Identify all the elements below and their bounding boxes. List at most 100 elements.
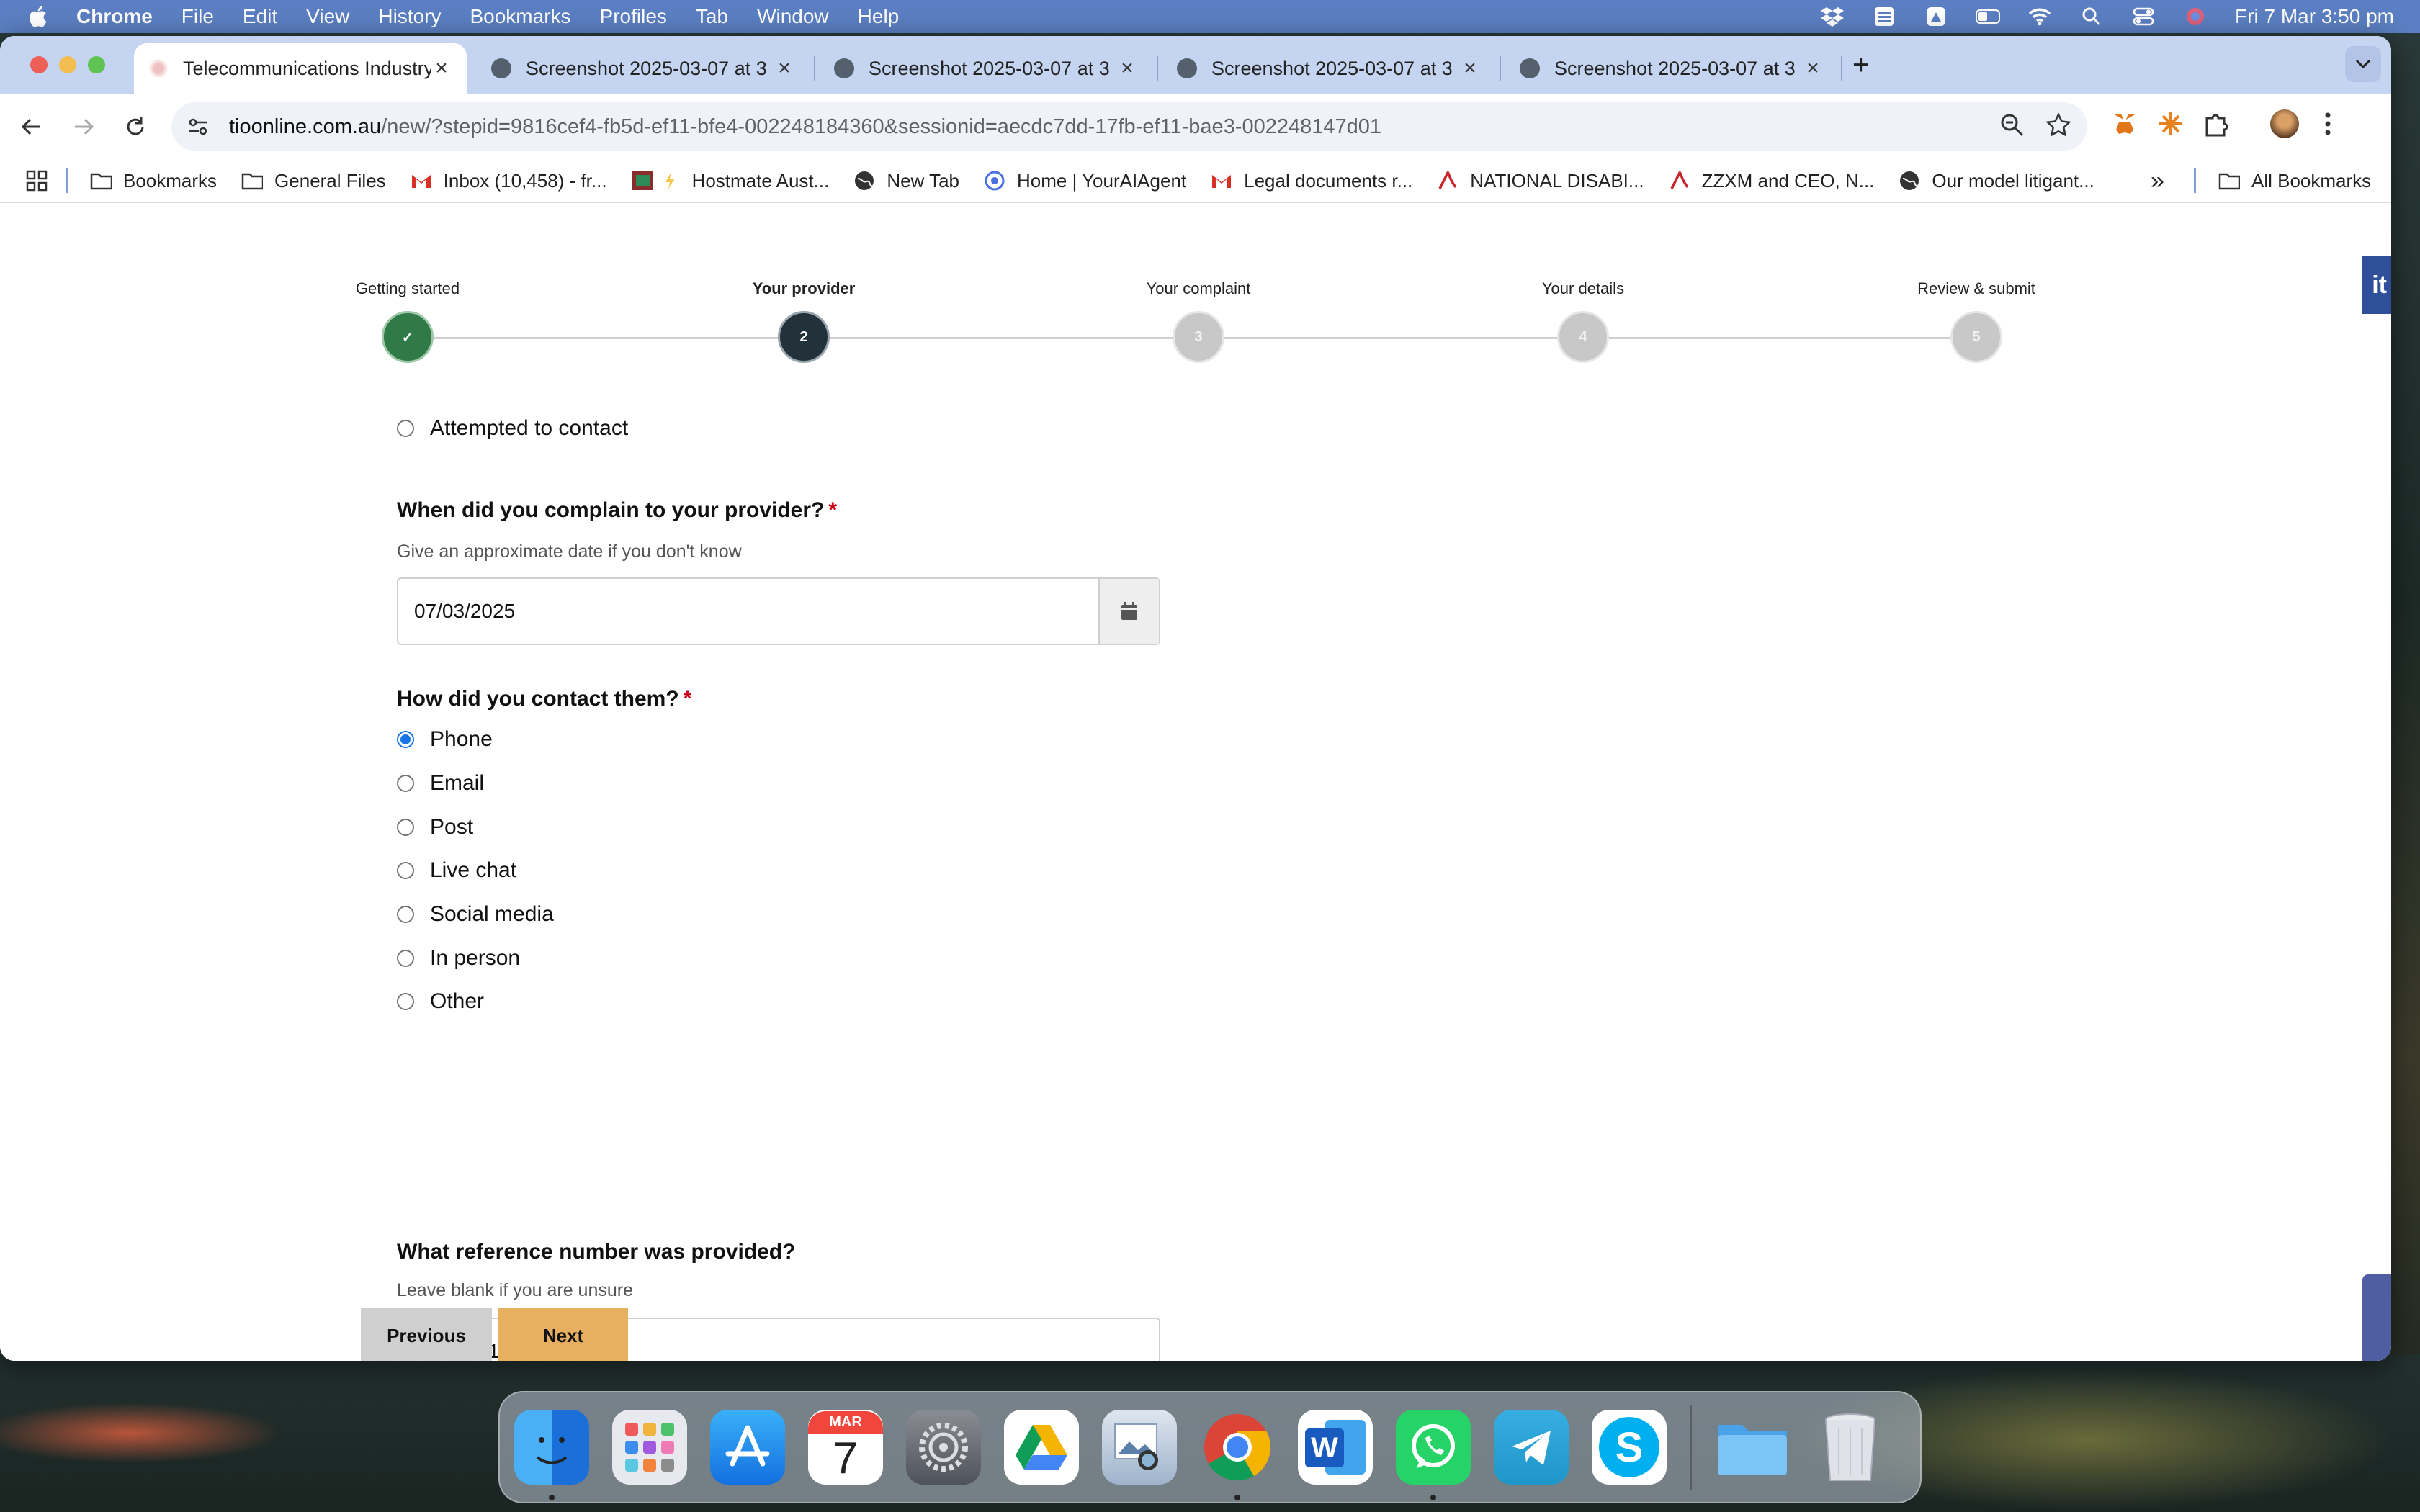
system-settings-dock-icon[interactable] <box>906 1410 981 1485</box>
menu-profiles[interactable]: Profiles <box>600 5 667 28</box>
chat-side-widget[interactable] <box>2362 1274 2391 1361</box>
word-dock-icon[interactable]: W <box>1298 1410 1373 1485</box>
radio-phone[interactable]: Phone <box>397 727 493 752</box>
radio-in-person[interactable]: In person <box>397 946 520 971</box>
reload-button[interactable] <box>118 109 153 144</box>
radio-attempted-to-contact[interactable]: Attempted to contact <box>397 416 628 441</box>
menu-bookmarks[interactable]: Bookmarks <box>470 5 570 28</box>
tab-close-icon[interactable]: × <box>1802 56 1824 81</box>
chrome-dock-icon[interactable] <box>1200 1410 1275 1500</box>
telegram-dock-icon[interactable] <box>1494 1410 1569 1485</box>
launchpad-dock-icon[interactable] <box>612 1410 687 1485</box>
radio-button[interactable] <box>397 420 414 437</box>
zoom-window-button[interactable] <box>88 56 105 73</box>
radio-other[interactable]: Other <box>397 989 484 1014</box>
address-bar[interactable]: tioonline.com.au/new/?stepid=9816cef4-fb… <box>171 102 2087 151</box>
menu-history[interactable]: History <box>378 5 441 28</box>
radio-post[interactable]: Post <box>397 815 473 840</box>
site-info-icon[interactable] <box>184 112 213 141</box>
spotlight-search-icon[interactable] <box>2079 6 2104 27</box>
skype-dock-icon[interactable]: S <box>1592 1410 1667 1485</box>
profile-avatar[interactable] <box>2270 109 2299 138</box>
bookmark-hostmate[interactable]: Hostmate Aust... <box>632 170 829 192</box>
menu-window[interactable]: Window <box>757 5 829 28</box>
minimize-window-button[interactable] <box>59 56 76 73</box>
tab-close-icon[interactable]: × <box>774 56 795 81</box>
dropbox-icon[interactable] <box>1820 6 1845 27</box>
more-menu-icon[interactable] <box>2323 109 2332 138</box>
bookmark-yourai-agent[interactable]: Home | YourAIAgent <box>984 170 1186 192</box>
forward-button[interactable] <box>66 109 101 144</box>
step-getting-started[interactable]: Getting started ✓ <box>300 279 516 363</box>
feedback-side-tab[interactable]: it <box>2362 256 2391 314</box>
close-window-button[interactable] <box>30 56 48 73</box>
bookmark-model-litigant[interactable]: Our model litigant... <box>1899 170 2094 192</box>
radio-live-chat[interactable]: Live chat <box>397 858 516 883</box>
battery-icon[interactable] <box>1976 6 2001 27</box>
menu-tab[interactable]: Tab <box>696 5 728 28</box>
bookmark-legal-documents[interactable]: Legal documents r... <box>1211 170 1412 192</box>
finder-dock-icon[interactable] <box>514 1410 589 1500</box>
bookmark-star-icon[interactable] <box>2045 112 2071 138</box>
radio-button[interactable] <box>397 906 414 923</box>
radio-social-media[interactable]: Social media <box>397 902 554 927</box>
tab-screenshot-4[interactable]: Screenshot 2025-03-07 at 3 × <box>1505 43 1838 94</box>
bookmark-new-tab[interactable]: New Tab <box>853 170 959 192</box>
tab-screenshot-1[interactable]: Screenshot 2025-03-07 at 3 × <box>477 43 810 94</box>
bookmark-zzxm-ceo[interactable]: ZZXM and CEO, N... <box>1669 170 1874 192</box>
radio-button[interactable] <box>397 819 414 836</box>
drive-status-icon[interactable] <box>1924 6 1948 27</box>
preview-dock-icon[interactable] <box>1102 1410 1177 1485</box>
tab-screenshot-2[interactable]: Screenshot 2025-03-07 at 3 × <box>820 43 1152 94</box>
radio-button[interactable] <box>397 775 414 792</box>
tab-search-button[interactable] <box>2345 46 2381 82</box>
apple-icon[interactable] <box>26 4 52 30</box>
spark-extension-icon[interactable] <box>2156 109 2185 138</box>
menu-edit[interactable]: Edit <box>243 5 277 28</box>
radio-button[interactable] <box>397 993 414 1010</box>
bookmark-general-files[interactable]: General Files <box>241 170 386 192</box>
tab-close-icon[interactable]: × <box>1116 56 1138 81</box>
previous-button[interactable]: Previous <box>361 1308 492 1361</box>
back-button[interactable] <box>14 109 49 144</box>
metamask-extension-icon[interactable] <box>2110 109 2139 138</box>
trash-dock-icon[interactable] <box>1813 1410 1888 1485</box>
folder-dock-icon[interactable] <box>1715 1410 1790 1485</box>
control-center-icon[interactable] <box>2131 6 2156 27</box>
complain-date-field[interactable]: 07/03/2025 <box>397 577 1160 645</box>
step-your-provider[interactable]: Your provider 2 <box>696 279 912 363</box>
bookmark-inbox[interactable]: Inbox (10,458) - fr... <box>411 170 607 192</box>
tab-close-icon[interactable]: × <box>431 56 452 81</box>
siri-icon[interactable] <box>2183 6 2208 27</box>
radio-email[interactable]: Email <box>397 771 484 796</box>
menubar-clock[interactable]: Fri 7 Mar 3:50 pm <box>2235 5 2394 28</box>
wifi-icon[interactable] <box>2027 6 2052 27</box>
whatsapp-dock-icon[interactable] <box>1396 1410 1471 1500</box>
google-drive-dock-icon[interactable] <box>1004 1410 1079 1485</box>
hostmate-icon <box>632 170 653 192</box>
app-store-dock-icon[interactable] <box>710 1410 785 1485</box>
radio-button[interactable] <box>397 862 414 879</box>
calendar-button[interactable] <box>1098 579 1159 644</box>
tab-screenshot-3[interactable]: Screenshot 2025-03-07 at 3 × <box>1162 43 1495 94</box>
tab-close-icon[interactable]: × <box>1459 56 1481 81</box>
radio-button[interactable] <box>397 731 414 748</box>
all-bookmarks-button[interactable]: All Bookmarks <box>2218 170 2371 192</box>
menu-view[interactable]: View <box>306 5 349 28</box>
spreadsheet-app-icon[interactable] <box>1872 6 1896 27</box>
next-button[interactable]: Next <box>498 1308 628 1361</box>
bookmarks-overflow-button[interactable]: » <box>2151 167 2164 195</box>
zoom-icon[interactable] <box>1999 112 2025 138</box>
new-tab-button[interactable]: + <box>1852 49 1869 81</box>
bookmark-bookmarks[interactable]: Bookmarks <box>90 170 217 192</box>
menu-app-name[interactable]: Chrome <box>76 5 153 28</box>
running-indicator <box>1234 1495 1240 1500</box>
menu-file[interactable]: File <box>182 5 214 28</box>
tab-telecommunications[interactable]: Telecommunications Industry × <box>134 43 467 94</box>
radio-button[interactable] <box>397 950 414 967</box>
apps-grid-icon[interactable] <box>26 170 48 192</box>
menu-help[interactable]: Help <box>858 5 900 28</box>
extensions-puzzle-icon[interactable] <box>2202 109 2231 138</box>
bookmark-national-disability[interactable]: NATIONAL DISABI... <box>1437 170 1644 192</box>
calendar-dock-icon[interactable]: MAR 7 <box>808 1410 883 1485</box>
